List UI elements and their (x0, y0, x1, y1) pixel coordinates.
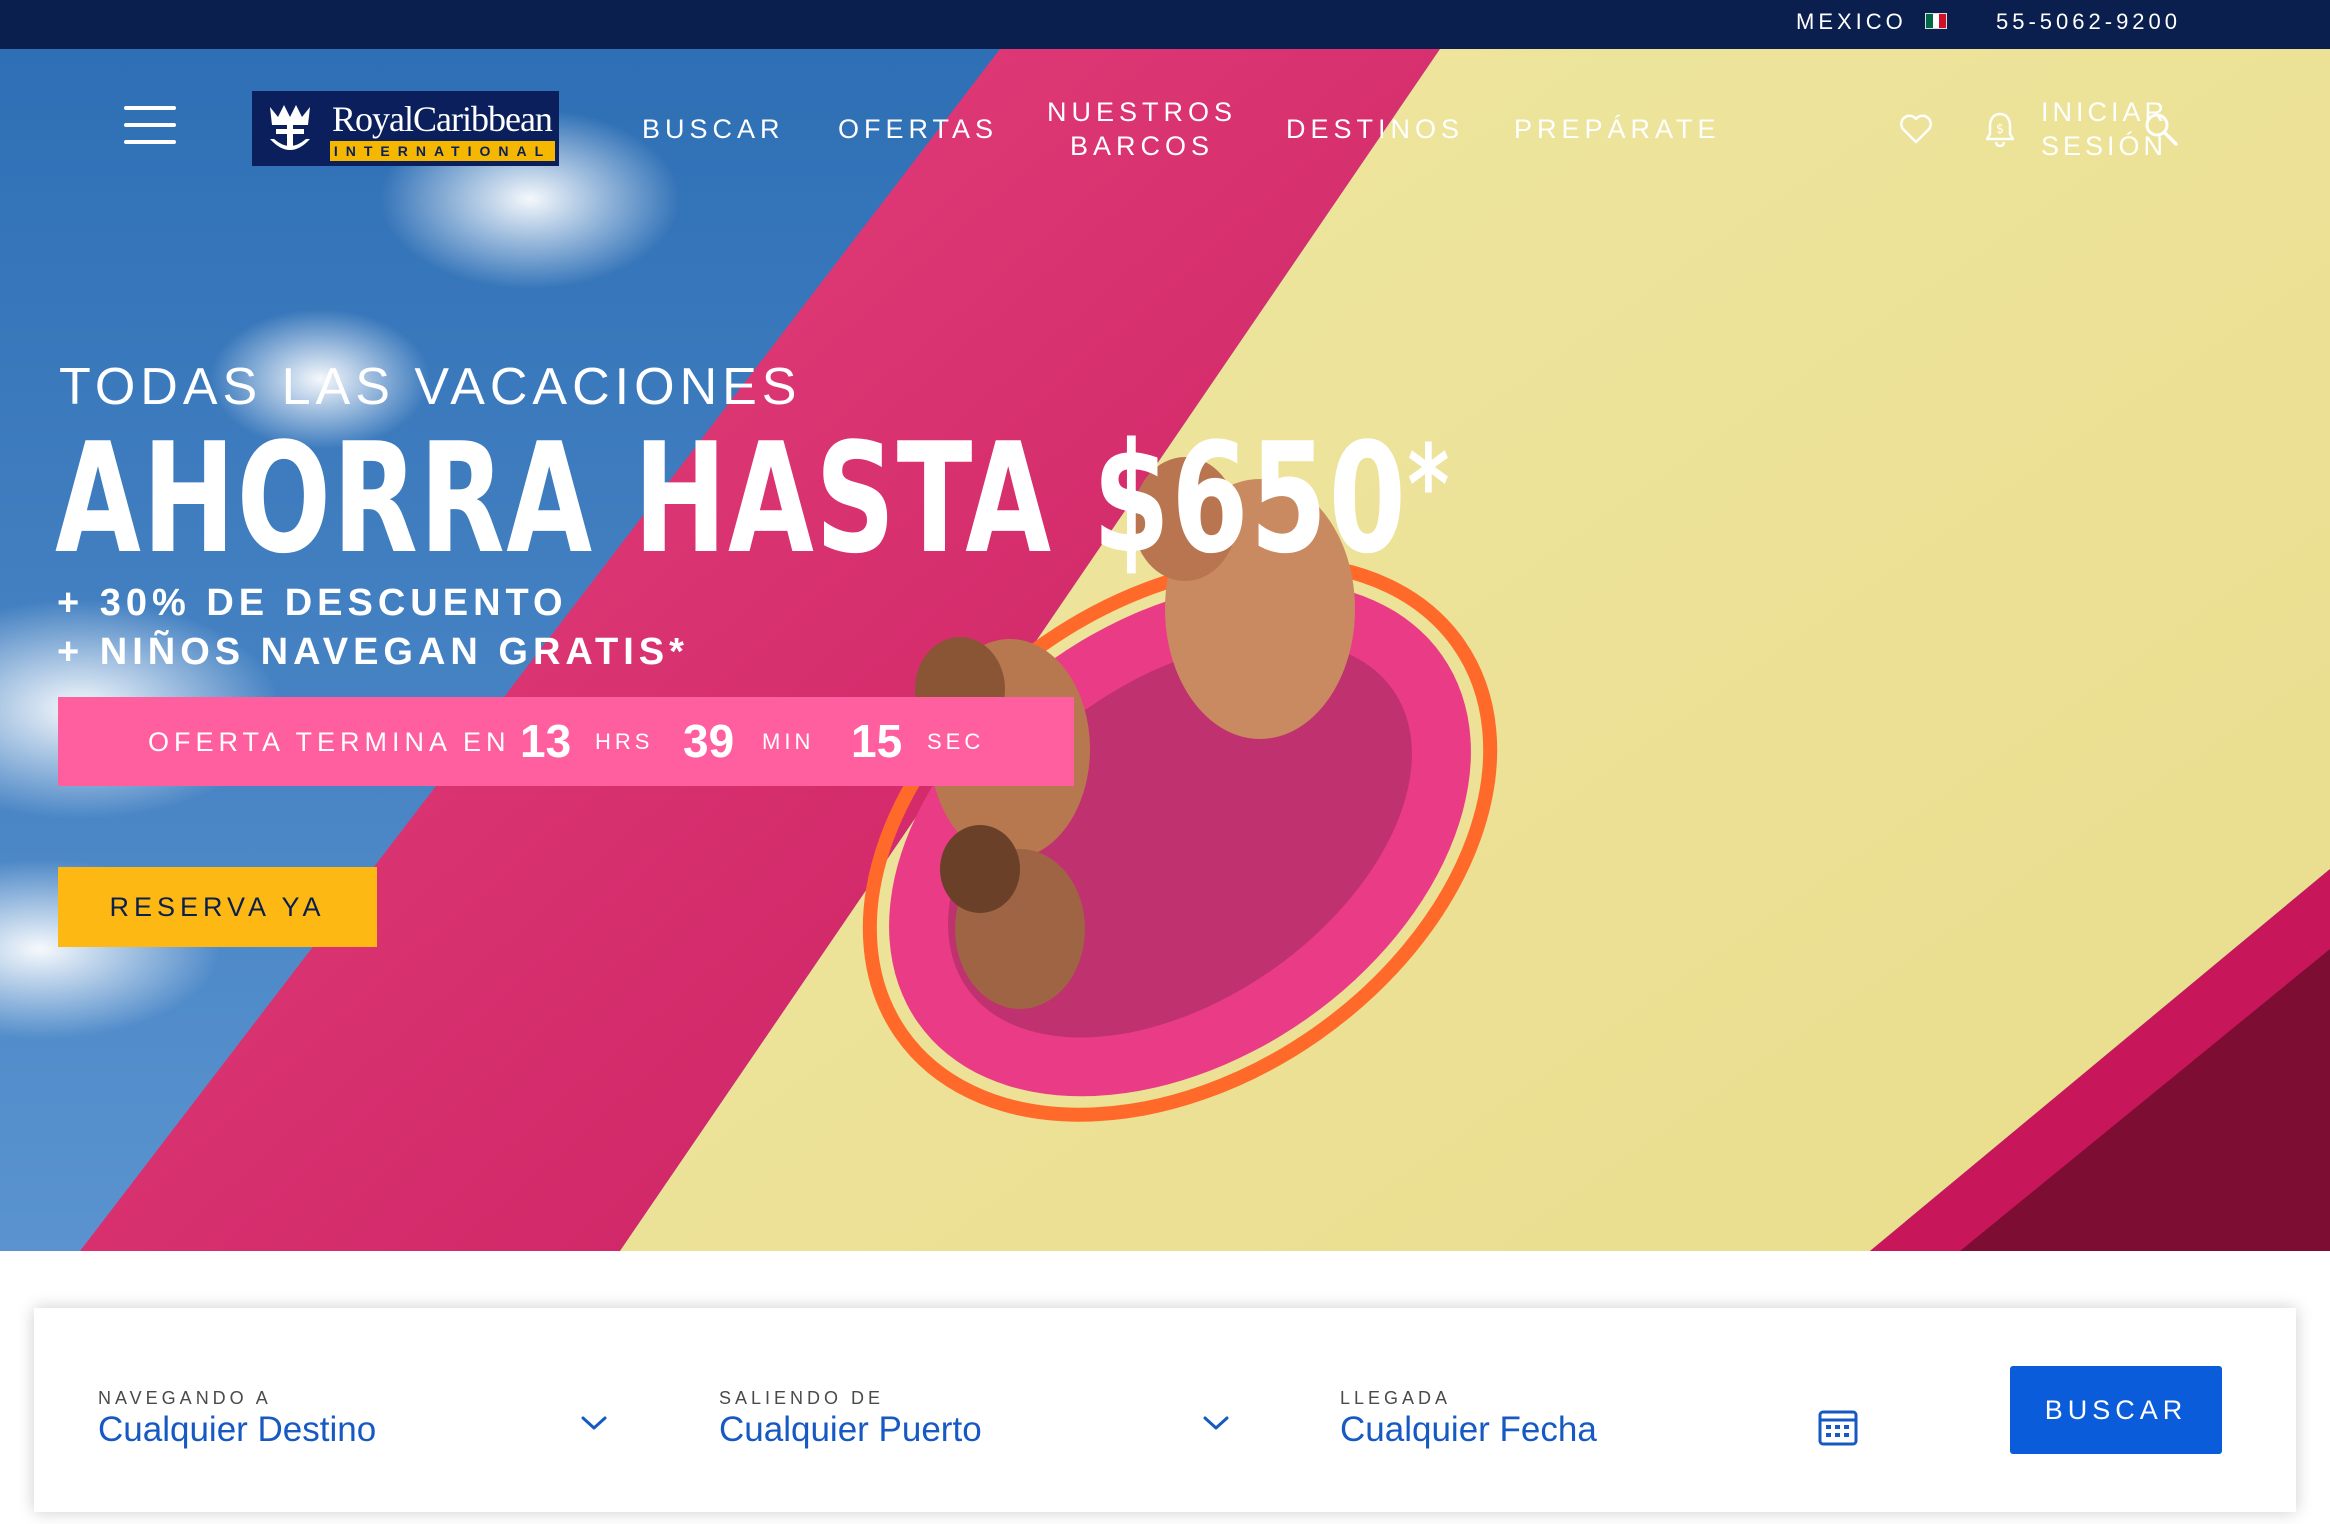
main-navigation: RoyalCaribbean INTERNATIONAL BUSCAR OFER… (0, 49, 2330, 219)
chevron-down-icon[interactable] (580, 1414, 608, 1432)
logo-brand-text: RoyalCaribbean (332, 99, 553, 139)
chevron-down-icon[interactable] (1202, 1414, 1230, 1432)
royal-caribbean-logo[interactable]: RoyalCaribbean INTERNATIONAL (252, 91, 559, 166)
cruise-search-panel: NAVEGANDO A Cualquier Destino SALIENDO D… (34, 1308, 2296, 1512)
hero-banner: RoyalCaribbean INTERNATIONAL BUSCAR OFER… (0, 49, 2330, 1251)
destination-label: NAVEGANDO A (98, 1388, 272, 1408)
nav-item-preparate[interactable]: PREPÁRATE (1514, 112, 1721, 146)
hero-headline: AHORRA HASTA $650* (55, 419, 1451, 579)
countdown-hours-unit: HRS (595, 729, 654, 754)
hero-eyebrow: TODAS LAS VACACIONES (59, 358, 802, 416)
nav-item-label-line1: NUESTROS (1047, 97, 1238, 127)
countdown-seconds: 15 (851, 715, 903, 767)
departure-label: SALIENDO DE (719, 1388, 885, 1408)
countdown-hours: 13 (520, 715, 572, 767)
mexico-flag-icon (1925, 13, 1947, 29)
nav-item-destinos[interactable]: DESTINOS (1286, 112, 1464, 146)
countdown-seconds-unit: SEC (927, 729, 985, 754)
destination-value[interactable]: Cualquier Destino (98, 1410, 376, 1450)
heart-icon[interactable] (1899, 113, 1933, 145)
headline-text: AHORRA HASTA $650 (55, 410, 1408, 587)
calendar-icon[interactable] (1818, 1408, 1858, 1446)
hamburger-menu-icon[interactable] (124, 106, 176, 144)
arrival-label: LLEGADA (1340, 1388, 1452, 1408)
countdown-minutes-unit: MIN (762, 729, 815, 754)
hero-discount-line: + 30% DE DESCUENTO (57, 582, 568, 624)
bell-dollar-icon[interactable]: $ (1985, 111, 2015, 147)
country-selector[interactable]: MEXICO (1796, 10, 1907, 34)
crown-anchor-icon (270, 105, 310, 150)
nav-item-label-line2: BARCOS (1070, 131, 1215, 161)
reserve-now-button[interactable]: RESERVA YA (58, 867, 377, 947)
nav-item-buscar[interactable]: BUSCAR (642, 112, 785, 146)
countdown-banner: OFERTA TERMINA EN 13 HRS 39 MIN 15 SEC (58, 697, 1074, 786)
headline-asterisk: * (1407, 421, 1451, 549)
logo-subtitle: INTERNATIONAL (330, 141, 555, 161)
svg-text:$: $ (1996, 122, 2004, 137)
arrival-value[interactable]: Cualquier Fecha (1340, 1410, 1597, 1450)
countdown-label: OFERTA TERMINA EN (148, 727, 511, 757)
nav-item-ofertas[interactable]: OFERTAS (838, 112, 998, 146)
search-cruises-button[interactable]: BUSCAR (2010, 1366, 2222, 1454)
hero-kids-free-line: + NIÑOS NAVEGAN GRATIS* (57, 631, 689, 673)
phone-number[interactable]: 55-5062-9200 (1996, 10, 2181, 34)
nav-item-nuestros-barcos[interactable]: NUESTROS BARCOS (1047, 95, 1237, 163)
departure-value[interactable]: Cualquier Puerto (719, 1410, 982, 1450)
utility-bar: MEXICO 55-5062-9200 (0, 0, 2330, 49)
countdown-minutes: 39 (683, 715, 735, 767)
search-icon[interactable] (2143, 111, 2179, 147)
